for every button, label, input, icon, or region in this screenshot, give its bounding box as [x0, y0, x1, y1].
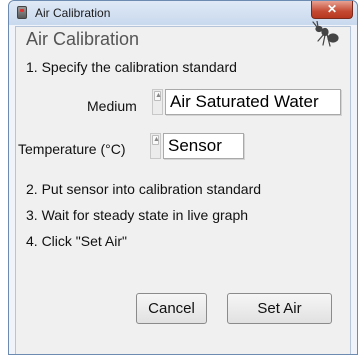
- close-button[interactable]: ✕: [311, 1, 353, 19]
- spin-up-icon[interactable]: ▲: [152, 135, 160, 145]
- dialog-heading: Air Calibration: [26, 29, 140, 49]
- ant-icon: [312, 21, 339, 47]
- temperature-label: Temperature (°C): [18, 141, 126, 157]
- temperature-select[interactable]: Sensor: [163, 133, 244, 159]
- app-icon: [17, 6, 27, 19]
- dialog-content: Air Calibration 1. Specify the calibrati…: [15, 21, 351, 354]
- step-1-text: 1. Specify the calibration standard: [26, 59, 237, 75]
- set-air-button[interactable]: Set Air: [227, 293, 332, 324]
- air-calibration-window: Air Calibration ✕ Air Calibration 1. Spe…: [8, 0, 358, 355]
- step-4-text: 4. Click "Set Air": [26, 233, 127, 249]
- step-2-text: 2. Put sensor into calibration standard: [26, 181, 262, 197]
- temperature-spinner[interactable]: ▲: [150, 133, 161, 159]
- cancel-button[interactable]: Cancel: [136, 293, 207, 324]
- step-3-text: 3. Wait for steady state in live graph: [26, 207, 249, 223]
- medium-select[interactable]: Air Saturated Water: [165, 89, 341, 115]
- title-bar: Air Calibration ✕: [9, 1, 357, 25]
- window-title: Air Calibration: [35, 6, 111, 20]
- spin-up-icon[interactable]: ▲: [154, 91, 162, 101]
- medium-spinner[interactable]: ▲: [152, 89, 163, 115]
- medium-label: Medium: [87, 98, 137, 114]
